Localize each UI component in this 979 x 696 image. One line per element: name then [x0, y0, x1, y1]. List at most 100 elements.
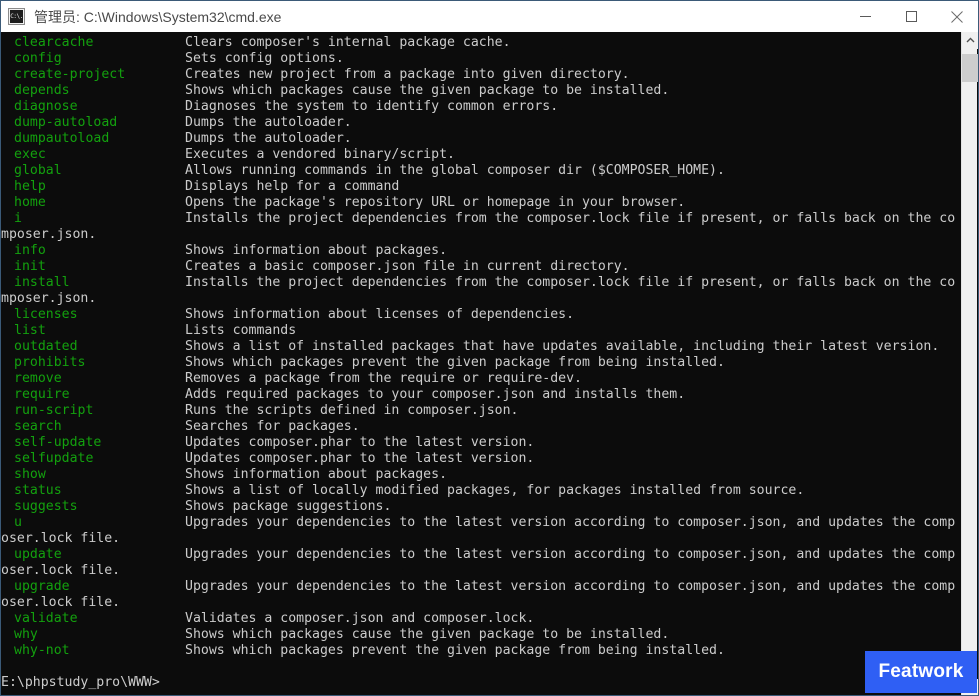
composer-command-description: Executes a vendored binary/script.: [185, 147, 455, 162]
console-line: help Displays help for a command: [1, 179, 963, 195]
cmd-window: C:\. 管理员: C:\Windows\System32\cmd.exe cl…: [0, 0, 979, 696]
composer-command-description: Clears composer's internal package cache…: [185, 35, 511, 50]
console-output-area[interactable]: clearcache Clears composer's internal pac…: [1, 32, 963, 695]
composer-command-name: update: [14, 547, 62, 562]
console-line: selfupdate Updates composer.phar to the l…: [1, 451, 963, 467]
console-line: self-update Updates composer.phar to the …: [1, 435, 963, 451]
console-line: diagnose Diagnoses the system to identify…: [1, 99, 963, 115]
console-wrapped-text: mposer.json.: [1, 291, 97, 306]
composer-command-description: Shows which packages cause the given pac…: [185, 83, 670, 98]
composer-command-name: validate: [14, 611, 78, 626]
composer-command-description: Lists commands: [185, 323, 297, 338]
composer-command-description: Dumps the autoloader.: [185, 131, 352, 146]
composer-command-name: global: [14, 163, 62, 178]
console-line: depends Shows which packages cause the gi…: [1, 83, 963, 99]
composer-command-name: diagnose: [14, 99, 78, 114]
composer-command-description: Sets config options.: [185, 51, 344, 66]
prompt-text: E:\phpstudy_pro\WWW>: [1, 675, 160, 690]
composer-command-name: upgrade: [14, 579, 70, 594]
composer-command-description: Opens the package's repository URL or ho…: [185, 195, 686, 210]
composer-command-description: Installs the project dependencies from t…: [185, 211, 956, 226]
title-bar[interactable]: C:\. 管理员: C:\Windows\System32\cmd.exe: [1, 1, 978, 32]
composer-command-description: Removes a package from the require or re…: [185, 371, 582, 386]
composer-command-name: dump-autoload: [14, 115, 118, 130]
composer-command-description: Updates composer.phar to the latest vers…: [185, 451, 535, 466]
composer-command-name: status: [14, 483, 62, 498]
composer-command-name: search: [14, 419, 62, 434]
console-line: status Shows a list of locally modified p…: [1, 483, 963, 499]
composer-command-description: Dumps the autoloader.: [185, 115, 352, 130]
composer-command-name: config: [14, 51, 62, 66]
console-line: clearcache Clears composer's internal pac…: [1, 35, 963, 51]
composer-command-name: i: [14, 211, 22, 226]
composer-command-description: Searches for packages.: [185, 419, 360, 434]
console-line: outdated Shows a list of installed packag…: [1, 339, 963, 355]
close-button[interactable]: [934, 1, 978, 32]
console-line: info Shows information about packages.: [1, 243, 963, 259]
window-title: 管理员: C:\Windows\System32\cmd.exe: [34, 8, 282, 25]
composer-command-description: Diagnoses the system to identify common …: [185, 99, 559, 114]
scroll-up-button[interactable]: [962, 32, 978, 49]
console-line: oser.lock file.: [1, 563, 963, 579]
composer-command-name: show: [14, 467, 46, 482]
console-line: init Creates a basic composer.json file i…: [1, 259, 963, 275]
composer-command-description: Shows information about packages.: [185, 467, 448, 482]
console-line: show Shows information about packages.: [1, 467, 963, 483]
console-prompt-line[interactable]: E:\phpstudy_pro\WWW>: [1, 675, 963, 691]
chevron-up-icon: [966, 37, 974, 43]
console-line: upgrade Upgrades your dependencies to the…: [1, 579, 963, 595]
console-line: mposer.json.: [1, 227, 963, 243]
console-line: licenses Shows information about licenses…: [1, 307, 963, 323]
console-wrapped-text: oser.lock file.: [1, 563, 121, 578]
composer-command-description: Allows running commands in the global co…: [185, 163, 725, 178]
composer-command-name: init: [14, 259, 46, 274]
composer-command-description: Shows a list of installed packages that …: [185, 339, 940, 354]
console-line: update Upgrades your dependencies to the …: [1, 547, 963, 563]
composer-command-name: require: [14, 387, 70, 402]
composer-command-description: Displays help for a command: [185, 179, 400, 194]
composer-command-name: selfupdate: [14, 451, 94, 466]
console-line: search Searches for packages.: [1, 419, 963, 435]
composer-command-description: Upgrades your dependencies to the latest…: [185, 547, 956, 562]
composer-command-name: install: [14, 275, 70, 290]
featwork-badge: Featwork: [865, 651, 977, 693]
composer-command-description: Shows package suggestions.: [185, 499, 392, 514]
composer-command-description: Upgrades your dependencies to the latest…: [185, 579, 956, 594]
console-line: validate Validates a composer.json and co…: [1, 611, 963, 627]
console-wrapped-text: oser.lock file.: [1, 595, 121, 610]
composer-command-name: outdated: [14, 339, 78, 354]
composer-command-description: Validates a composer.json and composer.l…: [185, 611, 535, 626]
composer-command-name: help: [14, 179, 46, 194]
composer-command-name: suggests: [14, 499, 78, 514]
composer-command-description: Creates a basic composer.json file in cu…: [185, 259, 630, 274]
composer-command-description: Shows which packages prevent the given p…: [185, 355, 725, 370]
maximize-icon: [905, 11, 917, 22]
composer-command-name: exec: [14, 147, 46, 162]
composer-command-name: dumpautoload: [14, 131, 110, 146]
cmd-app-icon-label: C:\.: [10, 10, 23, 23]
console-line: why Shows which packages cause the given …: [1, 627, 963, 643]
composer-command-name: info: [14, 243, 46, 258]
composer-command-name: create-project: [14, 67, 126, 82]
console-line: mposer.json.: [1, 291, 963, 307]
minimize-button[interactable]: [842, 1, 888, 32]
vertical-scrollbar[interactable]: [961, 32, 978, 695]
composer-command-name: depends: [14, 83, 70, 98]
composer-command-description: Adds required packages to your composer.…: [185, 387, 686, 402]
console-line: oser.lock file.: [1, 595, 963, 611]
console-line: config Sets config options.: [1, 51, 963, 67]
composer-command-name: list: [14, 323, 46, 338]
console-wrapped-text: mposer.json.: [1, 227, 97, 242]
composer-command-description: Shows information about packages.: [185, 243, 448, 258]
console-line: require Adds required packages to your co…: [1, 387, 963, 403]
composer-command-description: Runs the scripts defined in composer.jso…: [185, 403, 519, 418]
composer-command-name: why-not: [14, 643, 70, 658]
maximize-button[interactable]: [888, 1, 934, 32]
composer-command-name: home: [14, 195, 46, 210]
console-line: install Installs the project dependencies…: [1, 275, 963, 291]
minimize-icon: [859, 16, 871, 17]
scrollbar-thumb[interactable]: [962, 54, 978, 82]
composer-command-name: u: [14, 515, 22, 530]
console-line: exec Executes a vendored binary/script.: [1, 147, 963, 163]
